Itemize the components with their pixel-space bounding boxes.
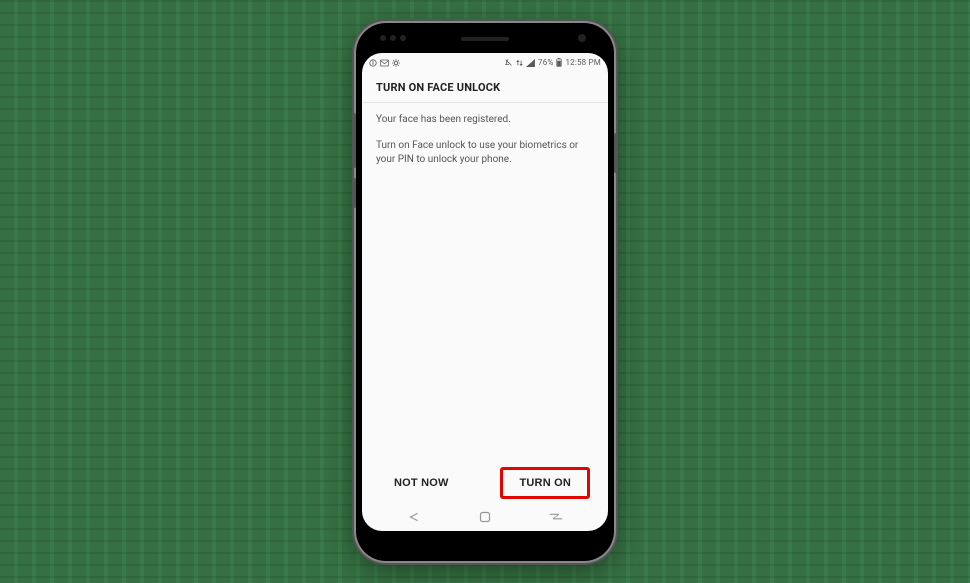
footer-actions: NOT NOW TURN ON xyxy=(362,467,608,505)
data-icon xyxy=(516,59,523,67)
settings-icon xyxy=(392,59,400,67)
android-nav-bar xyxy=(362,505,608,531)
phone-screen: 76% 12:58 PM TURN ON FACE UNLOCK Your fa… xyxy=(362,53,608,531)
tutorial-highlight-box: TURN ON xyxy=(500,467,590,499)
status-time: 12:58 PM xyxy=(565,58,601,67)
instruction-text: Turn on Face unlock to use your biometri… xyxy=(376,139,586,167)
status-left-icons xyxy=(369,59,400,67)
bixby-button xyxy=(352,178,356,208)
sensor-dot-icon xyxy=(380,35,386,41)
page-title: TURN ON FACE UNLOCK xyxy=(376,81,594,94)
phone-speaker xyxy=(461,37,509,41)
page-content: Your face has been registered. Turn on F… xyxy=(362,103,608,467)
phone-device-frame: 76% 12:58 PM TURN ON FACE UNLOCK Your fa… xyxy=(356,23,614,561)
recents-icon[interactable] xyxy=(547,511,565,523)
registered-text: Your face has been registered. xyxy=(376,113,594,127)
turn-on-button[interactable]: TURN ON xyxy=(503,470,587,496)
sensor-dot-icon xyxy=(400,35,406,41)
sensor-dot-icon xyxy=(390,35,396,41)
volume-button xyxy=(352,113,356,168)
front-camera-icon xyxy=(578,34,586,42)
signal-icon xyxy=(526,59,535,67)
battery-icon xyxy=(556,58,562,67)
home-icon[interactable] xyxy=(478,511,492,523)
mail-icon xyxy=(380,59,389,67)
page-header: TURN ON FACE UNLOCK xyxy=(362,71,608,103)
not-now-button[interactable]: NOT NOW xyxy=(380,467,463,499)
mute-icon xyxy=(505,59,513,67)
status-right-icons: 76% 12:58 PM xyxy=(505,58,601,67)
back-icon[interactable] xyxy=(405,511,423,523)
info-icon xyxy=(369,59,377,67)
status-bar: 76% 12:58 PM xyxy=(362,53,608,71)
battery-percent-text: 76% xyxy=(538,58,553,67)
power-button xyxy=(614,133,618,173)
